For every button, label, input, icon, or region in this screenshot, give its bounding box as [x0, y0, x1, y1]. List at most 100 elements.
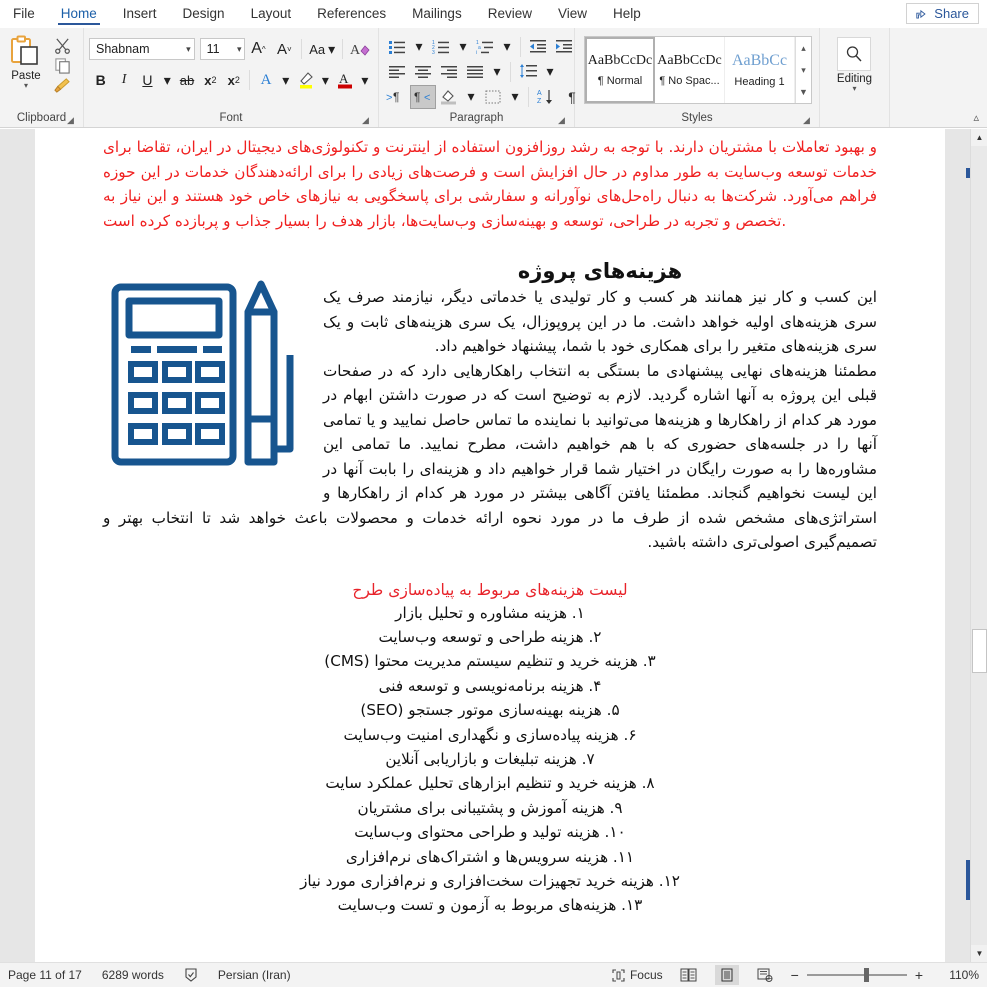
scroll-down-button[interactable]: ▼	[971, 945, 987, 962]
share-button[interactable]: Share	[906, 3, 979, 24]
subscript-button[interactable]: x2	[199, 68, 222, 92]
numbered-list-icon[interactable]: 1 2 3	[428, 35, 454, 59]
decrease-indent-icon[interactable]	[525, 35, 551, 59]
bold-button[interactable]: B	[89, 68, 112, 92]
clipboard-dialog-launcher[interactable]: ◢	[65, 115, 76, 126]
read-mode-button[interactable]	[677, 965, 701, 985]
left-to-right-icon[interactable]: > ¶	[384, 85, 410, 109]
shading-icon[interactable]	[436, 85, 462, 109]
collapse-ribbon-button[interactable]: ▵	[973, 111, 979, 124]
tab-references[interactable]: References	[304, 0, 399, 27]
read-mode-icon	[680, 968, 697, 982]
style-heading-1[interactable]: AaBbCc Heading 1	[725, 37, 795, 103]
increase-indent-icon[interactable]	[551, 35, 577, 59]
tab-home[interactable]: Home	[48, 0, 110, 27]
underline-button[interactable]: U	[136, 68, 159, 92]
underline-dropdown-caret[interactable]: ▾	[159, 68, 175, 92]
print-layout-icon	[721, 968, 733, 982]
zoom-in-button[interactable]: +	[915, 967, 923, 983]
scroll-up-icon[interactable]: ▴	[801, 43, 806, 54]
tab-label: Review	[487, 6, 532, 21]
document-area[interactable]: و بهبود تعاملات با مشتریان دارند. با توج…	[0, 129, 987, 962]
style-normal[interactable]: AaBbCcDc ¶ Normal	[585, 37, 655, 103]
numbering-dropdown-caret[interactable]: ▾	[454, 35, 472, 59]
line-spacing-icon[interactable]	[515, 60, 541, 84]
font-name-combo[interactable]: Shabnam ▾	[89, 38, 195, 60]
multilevel-list-icon[interactable]: 1 a i	[472, 35, 498, 59]
paragraph-dialog-launcher[interactable]: ◢	[556, 115, 567, 126]
scroll-up-button[interactable]: ▲	[971, 129, 987, 146]
scissors-icon[interactable]	[54, 37, 71, 54]
line-spacing-dropdown-caret[interactable]: ▾	[541, 60, 559, 84]
list-item: ۱۳. هزینه‌های مربوط به آزمون و تست وب‌سا…	[337, 896, 643, 915]
document-page[interactable]: و بهبود تعاملات با مشتریان دارند. با توج…	[35, 129, 945, 962]
tab-file[interactable]: File	[0, 0, 48, 27]
scroll-down-icon[interactable]: ▾	[801, 65, 806, 76]
borders-icon[interactable]	[480, 85, 506, 109]
align-right-icon[interactable]	[436, 60, 462, 84]
change-case-button[interactable]: Aa ▾	[306, 37, 338, 61]
align-center-icon[interactable]	[410, 60, 436, 84]
font-color-button[interactable]: A	[333, 68, 356, 92]
paintbrush-icon[interactable]	[53, 77, 71, 94]
tab-insert[interactable]: Insert	[110, 0, 170, 27]
page-indicator[interactable]: Page 11 of 17	[8, 968, 82, 982]
style-no-spacing[interactable]: AaBbCcDc ¶ No Spac...	[655, 37, 725, 103]
superscript-button[interactable]: x2	[222, 68, 245, 92]
zoom-out-button[interactable]: −	[791, 967, 799, 983]
highlight-color-button[interactable]	[294, 68, 317, 92]
ribbon: Paste ▾ Clipboard ◢ Shabnam ▾ 11 ▾ A ^ A…	[0, 28, 987, 128]
font-dialog-launcher[interactable]: ◢	[360, 115, 371, 126]
justify-icon[interactable]	[462, 60, 488, 84]
tab-mailings[interactable]: Mailings	[399, 0, 475, 27]
svg-text:i: i	[476, 50, 477, 55]
zoom-slider[interactable]: − +	[791, 967, 923, 983]
tab-design[interactable]: Design	[170, 0, 238, 27]
proofing-errors-icon[interactable]	[184, 968, 198, 982]
editing-button[interactable]	[837, 37, 872, 71]
vertical-scrollbar[interactable]: ▲ ▼	[970, 129, 987, 962]
print-layout-button[interactable]	[714, 965, 739, 985]
right-to-left-icon[interactable]: ¶ <	[410, 84, 436, 109]
paste-dropdown-caret[interactable]: ▾	[24, 82, 28, 90]
align-left-icon[interactable]	[384, 60, 410, 84]
zoom-thumb[interactable]	[863, 968, 869, 982]
bullets-dropdown-caret[interactable]: ▾	[410, 35, 428, 59]
multilevel-dropdown-caret[interactable]: ▾	[498, 35, 516, 59]
status-bar: Page 11 of 17 6289 words Persian (Iran) …	[0, 962, 987, 987]
focus-mode-button[interactable]: Focus	[612, 968, 663, 982]
tab-review[interactable]: Review	[475, 0, 545, 27]
text-effects-dropdown-caret[interactable]: ▾	[278, 68, 294, 92]
shading-dropdown-caret[interactable]: ▾	[462, 85, 480, 109]
paste-button[interactable]: Paste ▾	[5, 31, 47, 110]
tab-help[interactable]: Help	[600, 0, 654, 27]
sort-icon[interactable]: A Z	[533, 85, 559, 109]
highlight-dropdown-caret[interactable]: ▾	[317, 68, 333, 92]
grow-font-button[interactable]: A ^	[245, 37, 271, 61]
copy-icon[interactable]	[54, 57, 71, 74]
text-effects-button[interactable]: A	[254, 68, 277, 92]
tab-layout[interactable]: Layout	[238, 0, 305, 27]
zoom-level-label[interactable]: 110%	[937, 968, 979, 982]
justify-dropdown-caret[interactable]: ▾	[488, 60, 506, 84]
list-item: ۳. هزینه خرید و تنظیم سیستم مدیریت محتوا…	[324, 652, 656, 671]
italic-button[interactable]: I	[112, 68, 135, 92]
styles-dialog-launcher[interactable]: ◢	[801, 115, 812, 126]
scrollbar-thumb[interactable]	[972, 629, 987, 673]
borders-dropdown-caret[interactable]: ▾	[506, 85, 524, 109]
styles-more-icon[interactable]: ▼	[799, 87, 808, 97]
focus-mode-icon	[612, 968, 625, 982]
word-count[interactable]: 6289 words	[102, 968, 164, 982]
shrink-font-button[interactable]: A ˅	[271, 37, 297, 61]
web-layout-button[interactable]	[753, 965, 777, 985]
font-size-combo[interactable]: 11 ▾	[199, 38, 246, 60]
tab-view[interactable]: View	[545, 0, 600, 27]
editing-dropdown-caret[interactable]: ▾	[837, 85, 872, 93]
strikethrough-button[interactable]: ab	[175, 68, 198, 92]
font-color-dropdown-caret[interactable]: ▾	[357, 68, 373, 92]
styles-gallery-scroll[interactable]: ▴ ▾ ▼	[795, 37, 811, 103]
zoom-track[interactable]	[806, 968, 907, 982]
language-indicator[interactable]: Persian (Iran)	[218, 968, 291, 982]
clear-formatting-icon[interactable]: A	[347, 37, 373, 61]
bullet-list-icon[interactable]	[384, 35, 410, 59]
